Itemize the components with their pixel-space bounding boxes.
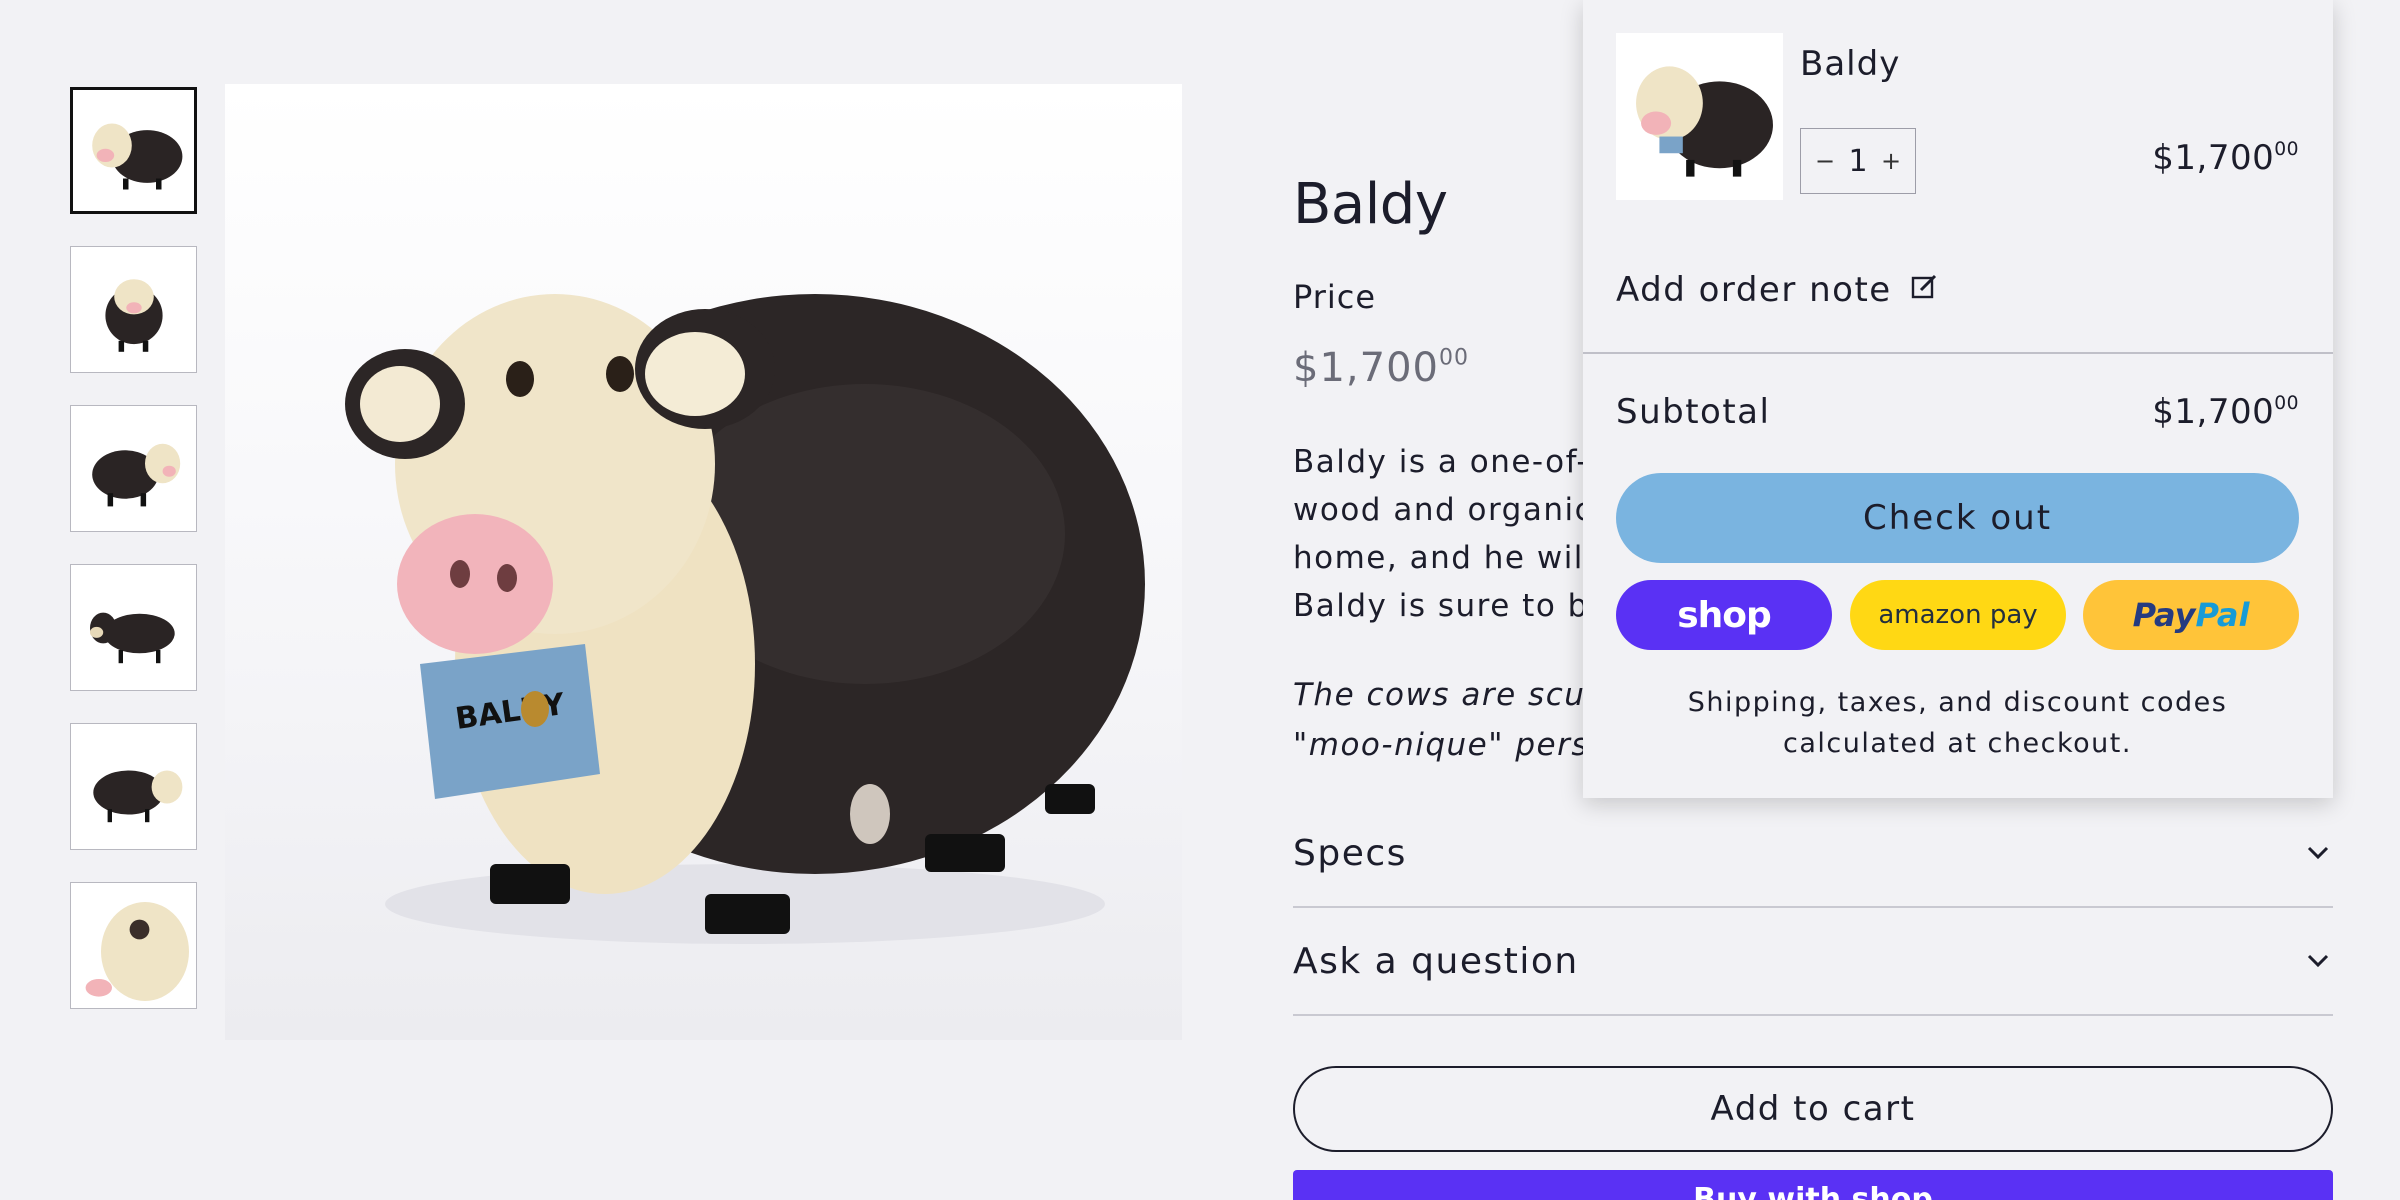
subtotal-cents: 00: [2274, 392, 2299, 414]
thumbnail-2[interactable]: [70, 246, 197, 373]
thumbnail-gallery: [70, 87, 197, 1040]
buy-with-shop-button[interactable]: Buy with shop: [1293, 1170, 2333, 1200]
thumbnail-4[interactable]: [70, 564, 197, 691]
accordion-label: Ask a question: [1293, 940, 1579, 982]
amazon-pay-logo: amazon pay: [1878, 600, 2038, 630]
thumbnail-5[interactable]: [70, 723, 197, 850]
cart-drawer: Baldy − 1 + $1,70000 Add order note Subt…: [1583, 0, 2333, 798]
qty-increase-button[interactable]: +: [1879, 147, 1903, 175]
order-note-label: Add order note: [1616, 270, 1892, 310]
thumbnail-1[interactable]: [70, 87, 197, 214]
add-order-note-button[interactable]: Add order note: [1616, 270, 1938, 310]
shipping-note: Shipping, taxes, and discount codes calc…: [1687, 687, 2228, 759]
thumbnail-3[interactable]: [70, 405, 197, 532]
accordion-ask-question[interactable]: Ask a question: [1293, 908, 2333, 1016]
price-main: $1,700: [1293, 345, 1439, 391]
price-cents: 00: [1438, 345, 1469, 371]
amazon-pay-button[interactable]: amazon pay: [1850, 580, 2066, 650]
qty-decrease-button[interactable]: −: [1813, 147, 1837, 175]
shop-pay-button[interactable]: shop: [1616, 580, 1832, 650]
accordion-specs[interactable]: Specs: [1293, 800, 2333, 908]
chevron-down-icon: [2303, 838, 2333, 868]
cart-divider: [1583, 352, 2333, 354]
price-label: Price: [1293, 278, 1377, 316]
add-to-cart-button[interactable]: Add to cart: [1293, 1066, 2333, 1152]
subtotal-label: Subtotal: [1616, 392, 1771, 432]
shop-pay-logo: shop: [1677, 594, 1772, 636]
paypal-button[interactable]: Pay Pal: [2083, 580, 2299, 650]
chevron-down-icon: [2303, 946, 2333, 976]
paypal-logo-pal: Pal: [2195, 596, 2250, 634]
cart-item-price: $1,70000: [2152, 138, 2299, 178]
edit-note-icon: [1910, 270, 1938, 310]
cart-item-name: Baldy: [1800, 44, 1901, 84]
main-product-image: BALDY: [225, 84, 1182, 1040]
quantity-stepper: − 1 +: [1800, 128, 1916, 194]
cart-item-image: [1616, 33, 1783, 200]
thumbnail-6[interactable]: [70, 882, 197, 1009]
checkout-button[interactable]: Check out: [1616, 473, 2299, 563]
qty-value[interactable]: 1: [1848, 144, 1867, 179]
paypal-logo-pay: Pay: [2132, 596, 2196, 634]
cart-price-main: $1,700: [2152, 138, 2275, 178]
product-title: Baldy: [1293, 172, 1448, 237]
subtotal-main: $1,700: [2152, 392, 2275, 432]
product-price: $1,70000: [1293, 345, 1469, 391]
subtotal-value: $1,70000: [2152, 392, 2299, 432]
cart-price-cents: 00: [2274, 138, 2299, 160]
accordion-label: Specs: [1293, 832, 1407, 874]
